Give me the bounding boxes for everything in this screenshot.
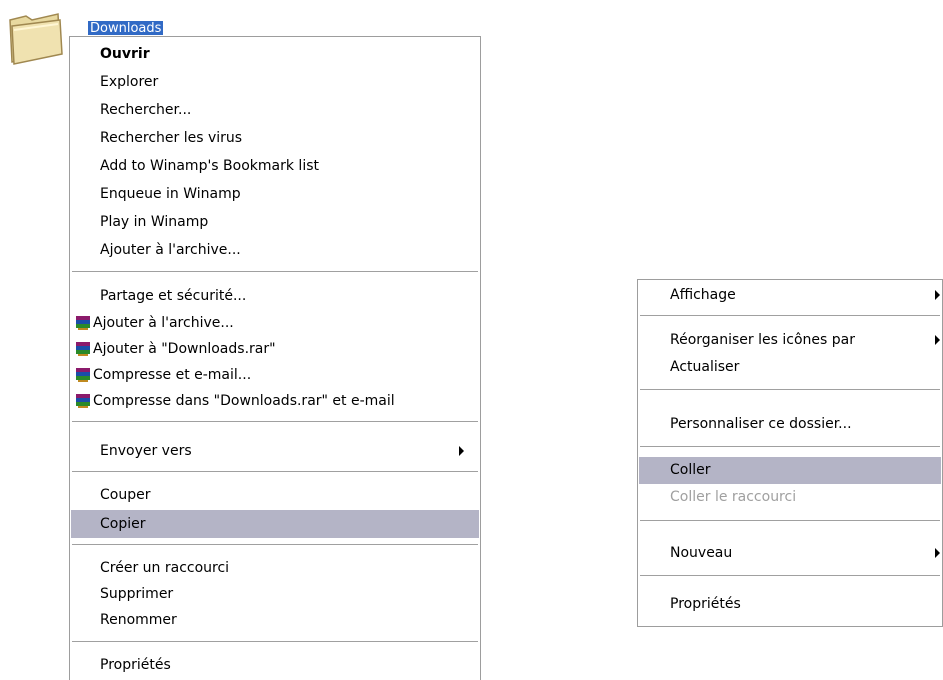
folder-icon[interactable] — [6, 6, 66, 66]
menu-item-rar-ajouter-archive[interactable]: Ajouter à l'archive... — [71, 310, 479, 337]
menu-item-couper[interactable]: Couper — [71, 482, 479, 509]
menu-item-label: Nouveau — [670, 545, 733, 561]
menu-separator — [640, 446, 940, 447]
menu-separator — [72, 271, 478, 272]
menu-item-partage-securite[interactable]: Partage et sécurité... — [71, 283, 479, 310]
menu-item-envoyer-vers[interactable]: Envoyer vers — [71, 438, 479, 465]
menu-item-label: Ajouter à l'archive... — [93, 315, 234, 331]
menu-separator — [640, 389, 940, 390]
menu-item-label: Explorer — [100, 74, 159, 90]
menu-item-rar-compresse-downloads-email[interactable]: Compresse dans "Downloads.rar" et e-mail — [71, 388, 479, 415]
menu-item-explorer[interactable]: Explorer — [71, 69, 479, 96]
winrar-icon — [76, 316, 90, 330]
menu-item-label: Compresse dans "Downloads.rar" et e-mail — [93, 393, 395, 409]
winrar-icon — [76, 394, 90, 408]
submenu-arrow-icon — [935, 290, 940, 300]
submenu-arrow-icon — [935, 548, 940, 558]
menu-separator — [640, 575, 940, 576]
menu-item-renommer[interactable]: Renommer — [71, 607, 479, 634]
menu-item-supprimer[interactable]: Supprimer — [71, 581, 479, 608]
menu-item-label: Personnaliser ce dossier... — [670, 416, 852, 432]
menu-item-play-winamp[interactable]: Play in Winamp — [71, 209, 479, 236]
menu-item-label: Envoyer vers — [100, 443, 192, 459]
menu-item-rechercher[interactable]: Rechercher... — [71, 97, 479, 124]
menu-separator — [640, 520, 940, 521]
menu-item-label: Propriétés — [100, 657, 171, 673]
menu-item-actualiser[interactable]: Actualiser — [639, 354, 941, 381]
menu-item-rechercher-virus[interactable]: Rechercher les virus — [71, 125, 479, 152]
menu-item-nouveau[interactable]: Nouveau — [639, 540, 941, 567]
menu-item-label: Affichage — [670, 287, 736, 303]
menu-separator — [72, 471, 478, 472]
menu-item-proprietes[interactable]: Propriétés — [639, 591, 941, 618]
menu-item-creer-raccourci[interactable]: Créer un raccourci — [71, 555, 479, 582]
menu-item-label: Compresse et e-mail... — [93, 367, 252, 383]
menu-item-winamp-bookmark[interactable]: Add to Winamp's Bookmark list — [71, 153, 479, 180]
menu-separator — [640, 315, 940, 316]
folder-context-menu: Ouvrir Explorer Rechercher... Rechercher… — [69, 36, 481, 680]
menu-item-reorganiser-icones[interactable]: Réorganiser les icônes par — [639, 327, 941, 354]
menu-item-label: Partage et sécurité... — [100, 288, 247, 304]
menu-item-copier[interactable]: Copier — [71, 510, 479, 538]
desktop-area: Downloads Ouvrir Explorer Rechercher... … — [0, 0, 943, 680]
menu-separator — [72, 421, 478, 422]
menu-item-ajouter-archive[interactable]: Ajouter à l'archive... — [71, 237, 479, 264]
menu-item-rar-compresse-email[interactable]: Compresse et e-mail... — [71, 362, 479, 389]
menu-separator — [72, 641, 478, 642]
menu-item-affichage[interactable]: Affichage — [639, 282, 941, 309]
menu-item-label: Actualiser — [670, 359, 740, 375]
menu-item-coller-raccourci: Coller le raccourci — [639, 484, 941, 511]
menu-item-label: Copier — [100, 516, 146, 532]
menu-item-label: Réorganiser les icônes par — [670, 332, 855, 348]
menu-item-label: Rechercher les virus — [100, 130, 243, 146]
menu-item-label: Coller le raccourci — [670, 489, 797, 505]
menu-item-label: Propriétés — [670, 596, 741, 612]
menu-item-enqueue-winamp[interactable]: Enqueue in Winamp — [71, 181, 479, 208]
menu-item-label: Ajouter à l'archive... — [100, 242, 241, 258]
menu-item-ouvrir[interactable]: Ouvrir — [71, 41, 479, 68]
menu-separator — [72, 544, 478, 545]
menu-item-label: Couper — [100, 487, 151, 503]
menu-item-label: Enqueue in Winamp — [100, 186, 241, 202]
menu-item-proprietes[interactable]: Propriétés — [71, 652, 479, 679]
menu-item-label: Add to Winamp's Bookmark list — [100, 158, 319, 174]
menu-item-label: Rechercher... — [100, 102, 192, 118]
menu-item-label: Play in Winamp — [100, 214, 209, 230]
menu-item-label: Ajouter à "Downloads.rar" — [93, 341, 276, 357]
menu-item-label: Coller — [670, 462, 711, 478]
background-context-menu: Affichage Réorganiser les icônes par Act… — [637, 279, 943, 627]
folder-label[interactable]: Downloads — [88, 21, 164, 35]
winrar-icon — [76, 342, 90, 356]
winrar-icon — [76, 368, 90, 382]
menu-item-label: Supprimer — [100, 586, 174, 602]
submenu-arrow-icon — [935, 335, 940, 345]
menu-item-rar-ajouter-downloads[interactable]: Ajouter à "Downloads.rar" — [71, 336, 479, 363]
menu-item-coller[interactable]: Coller — [639, 457, 941, 484]
menu-item-label: Créer un raccourci — [100, 560, 230, 576]
submenu-arrow-icon — [459, 446, 464, 456]
menu-item-label: Renommer — [100, 612, 177, 628]
menu-item-personnaliser-dossier[interactable]: Personnaliser ce dossier... — [639, 411, 941, 438]
menu-item-label: Ouvrir — [100, 46, 150, 62]
